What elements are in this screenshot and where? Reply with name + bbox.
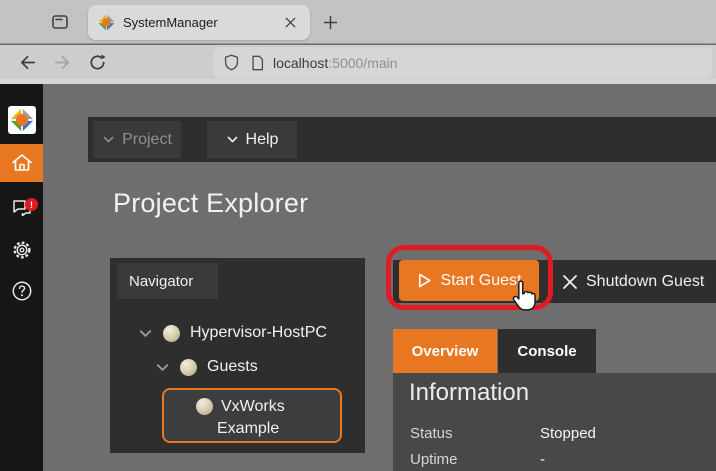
url-path: :5000/main (328, 54, 398, 71)
start-guest-button[interactable]: Start Guest (399, 260, 539, 301)
new-tab-button[interactable] (317, 9, 343, 35)
play-icon (417, 272, 432, 289)
app-sidebar: ! (0, 84, 43, 471)
tab-title: SystemManager (123, 15, 218, 30)
reload-button[interactable] (84, 49, 110, 75)
gear-icon (11, 239, 33, 261)
browser-tab-bar: SystemManager (0, 0, 716, 44)
tree-item-vxworks-selected[interactable]: VxWorks Example (162, 388, 342, 443)
tree-item-hypervisor[interactable]: Hypervisor-HostPC (138, 321, 327, 345)
close-x-icon (562, 274, 578, 290)
navigator-panel: Navigator Hypervisor-HostPC Guests VxWor… (110, 258, 365, 453)
tree-item-label: Guests (207, 358, 258, 375)
app-logo (8, 106, 36, 134)
url-text: localhost:5000/main (273, 55, 398, 71)
menu-project-label: Project (122, 130, 172, 148)
help-icon (11, 280, 33, 302)
information-heading: Information (409, 379, 530, 406)
tree-item-guests[interactable]: Guests (155, 355, 258, 379)
browser-tab[interactable]: SystemManager (88, 5, 310, 40)
chevron-down-icon[interactable] (138, 326, 153, 341)
uptime-value: - (540, 451, 545, 468)
chevron-down-icon[interactable] (155, 360, 170, 375)
tab-overview[interactable]: Overview (393, 329, 497, 373)
shutdown-guest-label: Shutdown Guest (586, 272, 705, 290)
page-info-icon (250, 55, 265, 71)
app-menubar: Project Help (88, 117, 716, 162)
forward-button[interactable] (49, 49, 75, 75)
chevron-down-icon (226, 133, 239, 146)
tab-overview-label: Overview (411, 342, 479, 360)
tree-item-label: Hypervisor-HostPC (190, 324, 327, 341)
menu-project-button[interactable]: Project (93, 121, 181, 158)
firefox-view-icon[interactable] (47, 9, 73, 35)
tree-item-label-line1: VxWorks (221, 398, 285, 415)
tab-console-label: Console (517, 342, 577, 360)
back-button[interactable] (14, 49, 40, 75)
chevron-down-icon (102, 133, 115, 146)
favicon (98, 14, 115, 31)
toolbar-bottom-strip (0, 79, 716, 84)
status-label: Status (410, 425, 453, 442)
shutdown-guest-button[interactable]: Shutdown Guest (551, 260, 716, 303)
status-value: Stopped (540, 425, 596, 442)
menu-help-button[interactable]: Help (207, 121, 297, 158)
menu-help-label: Help (245, 130, 279, 148)
node-sphere-icon (180, 358, 197, 376)
page-title: Project Explorer (113, 188, 309, 218)
sidebar-item-help[interactable] (0, 272, 43, 310)
information-panel: Information Status Stopped Uptime - (393, 373, 716, 471)
url-host: localhost (273, 54, 329, 71)
sidebar-item-home[interactable] (0, 144, 43, 182)
tab-close-icon[interactable] (280, 13, 300, 33)
tree-item-label-line2: Example (217, 420, 280, 437)
shield-icon[interactable] (223, 54, 240, 71)
home-icon (10, 151, 34, 175)
node-sphere-icon (196, 398, 213, 415)
start-guest-label: Start Guest (440, 271, 522, 289)
url-bar[interactable]: localhost:5000/main (213, 47, 712, 78)
node-sphere-icon (163, 324, 180, 342)
notification-badge: ! (25, 198, 38, 211)
guest-action-bar: Start Guest Shutdown Guest (393, 260, 716, 303)
uptime-label: Uptime (410, 451, 458, 468)
screenshot-root: SystemManager localhost:5000/main ! Proj… (0, 0, 716, 471)
navigator-header: Navigator (117, 263, 218, 299)
sidebar-item-settings[interactable] (0, 231, 43, 269)
tab-console[interactable]: Console (498, 329, 596, 373)
sidebar-item-messages[interactable] (0, 190, 43, 228)
